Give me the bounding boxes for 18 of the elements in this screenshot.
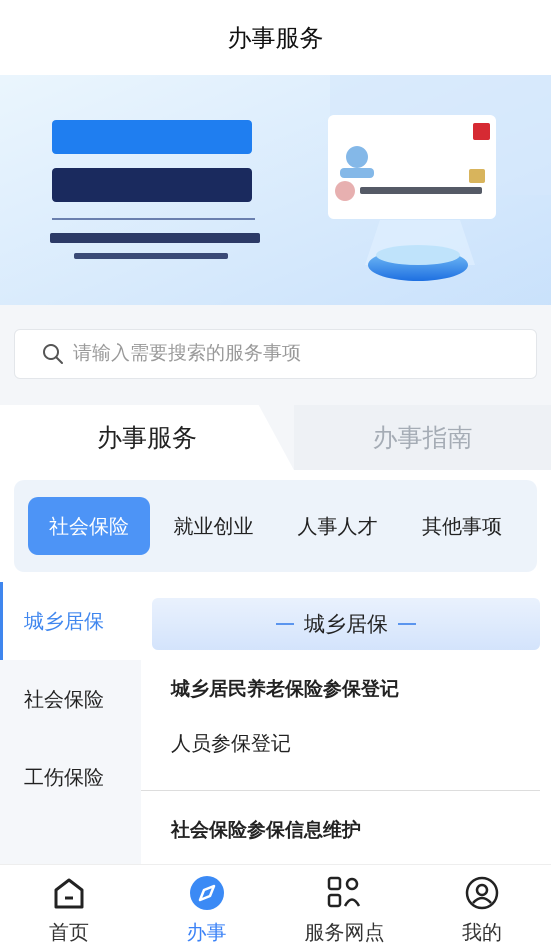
category-tab[interactable]: 人事人才	[276, 497, 399, 555]
category-tab[interactable]: 就业创业	[152, 497, 274, 555]
section-title: 城乡居保	[304, 612, 388, 638]
nav-tab[interactable]: 我的	[413, 865, 551, 952]
category-tab[interactable]: 其他事项	[400, 497, 523, 555]
nav-tab[interactable]: 首页	[0, 865, 138, 952]
nav-tab[interactable]: 服务网点	[276, 865, 414, 952]
tab[interactable]: 办事服务	[0, 405, 294, 470]
sidebar-item[interactable]: 城乡居保	[0, 582, 141, 660]
service-item[interactable]: 人员参保登记	[171, 730, 521, 757]
page-title: 办事服务	[228, 24, 324, 54]
user-icon	[464, 875, 500, 911]
group-title: 城乡居民养老保险参保登记	[171, 678, 400, 702]
nav-tab[interactable]: 办事	[138, 865, 276, 952]
group-title: 社会保险参保信息维护	[171, 818, 362, 843]
search-icon	[42, 343, 64, 365]
compass-icon	[188, 875, 225, 911]
search-field[interactable]: 请输入需要搜索的服务事项	[14, 329, 537, 379]
